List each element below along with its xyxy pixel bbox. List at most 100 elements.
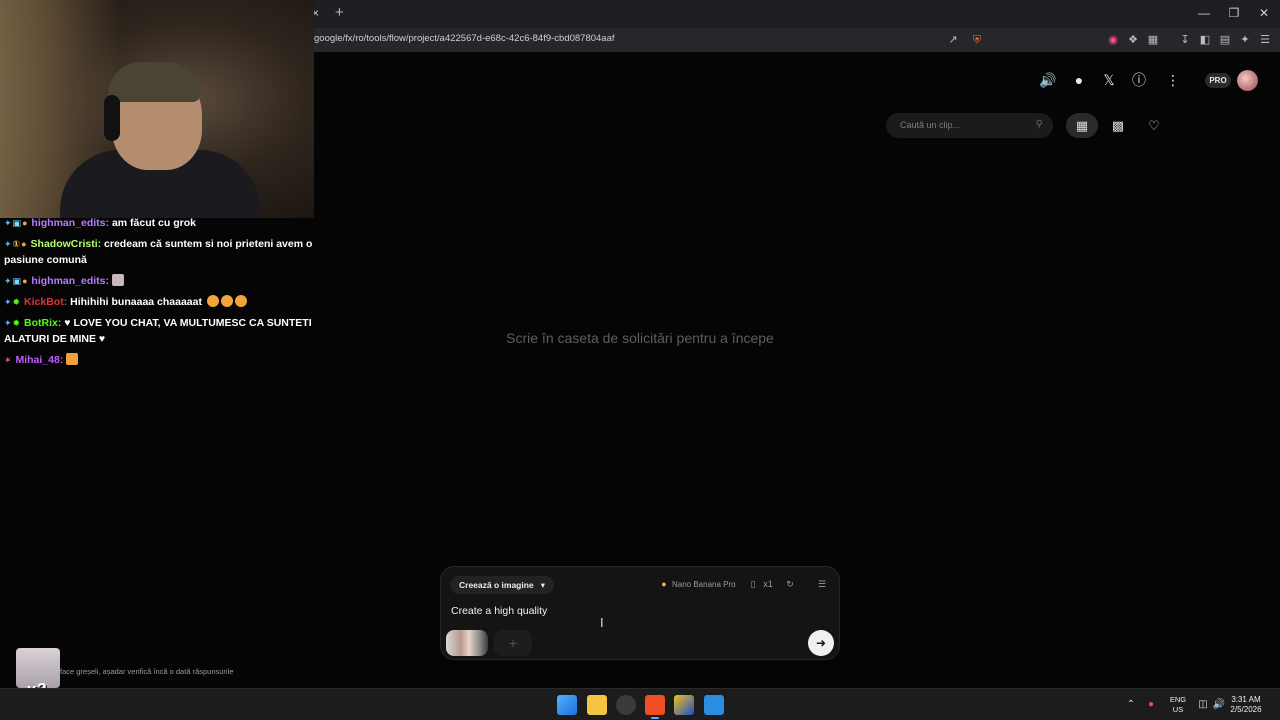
favorites-heart-icon[interactable]: ♡: [1138, 113, 1170, 138]
leo-ai-icon[interactable]: ✦: [1238, 33, 1252, 47]
smile-emote-icon: [206, 295, 219, 307]
app-icon[interactable]: [674, 695, 694, 715]
microphone-icon[interactable]: ●: [1144, 698, 1158, 712]
webcam-overlay: [0, 0, 314, 218]
obs-icon[interactable]: [616, 695, 636, 715]
bot-badge-icon: ✸: [12, 297, 21, 307]
clip-search[interactable]: Caută un clip... ⚲: [886, 113, 1053, 138]
avatar[interactable]: [1237, 70, 1258, 91]
mode-dropdown[interactable]: Creează o imagine ▾: [450, 576, 555, 594]
disclaimer-text: face greșeli, așadar verifică încă o dat…: [60, 667, 234, 676]
chat-username[interactable]: highman_edits:: [31, 275, 109, 287]
sidebar-icon[interactable]: ◧: [1198, 33, 1212, 47]
brave-shield-icon[interactable]: ⛨: [970, 33, 984, 47]
output-count[interactable]: x1: [761, 577, 775, 591]
empty-state-message: Scrie în caseta de solicitări pentru a î…: [506, 330, 774, 346]
clock-date: 2/5/2026: [1230, 705, 1262, 714]
chat-username[interactable]: highman_edits:: [31, 217, 109, 229]
chat-message: ✦✸ KickBot: Hihihihi bunaaaa chaaaaat: [4, 294, 334, 310]
file-explorer-icon[interactable]: [587, 695, 607, 715]
chevron-up-icon[interactable]: ⌃: [1124, 698, 1138, 712]
extensions-icon[interactable]: ❖: [1126, 33, 1140, 47]
prompt-input[interactable]: Create a high quality: [451, 605, 547, 617]
more-options-icon[interactable]: ⋮: [1164, 71, 1182, 89]
lang-line2: US: [1172, 705, 1184, 714]
sub-badge-icon: ▣: [12, 276, 22, 286]
windows-taskbar: ⌃ ● ENG US ◫ 🔊 3:31 AM 2/5/2026: [0, 688, 1280, 720]
chat-message: ✦①● ShadowCristi: credeam că suntem si n…: [4, 236, 334, 268]
start-windows-icon[interactable]: [557, 695, 577, 715]
help-icon[interactable]: ⓘ: [1130, 71, 1148, 89]
extension-shield-icon[interactable]: ◉: [1106, 33, 1120, 47]
refresh-icon[interactable]: ↻: [783, 577, 797, 591]
chat-message: ✦✸ BotRix: ♥ LOVE YOU CHAT, VA MULTUMESC…: [4, 315, 334, 347]
aspect-ratio-icon[interactable]: ▯: [746, 577, 760, 591]
share-icon[interactable]: ↗: [946, 33, 960, 47]
grid-large-view-icon[interactable]: ▦: [1066, 113, 1098, 138]
sword-icon: ✦: [4, 218, 12, 228]
cam-cap: [108, 62, 200, 102]
cam-headset: [104, 95, 120, 141]
sword-icon: ✦: [4, 297, 12, 307]
ball-icon: ●: [22, 276, 28, 286]
clock-time: 3:31 AM: [1231, 695, 1261, 704]
chat-message: ✦▣● highman_edits: am făcut cu grok: [4, 215, 334, 231]
brave-browser-icon[interactable]: [645, 695, 665, 715]
chat-username[interactable]: KickBot:: [24, 296, 67, 308]
minimize-icon[interactable]: —: [1194, 4, 1214, 22]
restore-icon[interactable]: ❐: [1224, 4, 1244, 22]
speaker-icon[interactable]: 🔊: [1039, 71, 1057, 89]
prompt-composer: Creează o imagine ▾ ● Nano Banana Pro ▯ …: [440, 566, 840, 660]
screen: × + — ❐ ✕ google/fx/ro/tools/flow/projec…: [0, 0, 1280, 720]
heart-icon: ♥: [98, 333, 106, 345]
chat-message: ✦▣● highman_edits:: [4, 273, 334, 289]
network-icon[interactable]: ◫: [1196, 698, 1210, 712]
lang-line1: ENG: [1169, 695, 1187, 704]
ticket-emote-icon: [66, 353, 79, 365]
chat-message: ✶ Mihai_48:: [4, 352, 334, 368]
discord-icon[interactable]: ●: [1070, 71, 1088, 89]
clock[interactable]: 3:31 AM 2/5/2026: [1226, 695, 1266, 715]
text-cursor-icon: I: [600, 615, 604, 630]
volume-icon[interactable]: 🔊: [1212, 698, 1226, 712]
star-badge-icon: ✶: [4, 355, 12, 365]
send-arrow-icon[interactable]: ➜: [808, 630, 834, 656]
settings-sliders-icon[interactable]: ☰: [815, 577, 829, 591]
reference-image-thumbnail[interactable]: [446, 630, 488, 656]
x-icon[interactable]: 𝕏: [1100, 71, 1118, 89]
banana-icon: ●: [661, 579, 667, 589]
search-icon[interactable]: ⚲: [1036, 119, 1043, 130]
sword-icon: ✦: [4, 239, 12, 249]
ball-icon: ●: [21, 239, 27, 249]
chat-username[interactable]: BotRix:: [24, 317, 61, 329]
chat-text: Hihihihi bunaaaa chaaaaat: [70, 296, 202, 308]
smile-emote-icon: [234, 295, 247, 307]
chevron-down-icon: ▾: [536, 580, 546, 590]
chat-username[interactable]: ShadowCristi:: [31, 238, 102, 250]
model-selector[interactable]: Nano Banana Pro: [672, 580, 736, 589]
ball-icon: ●: [22, 218, 28, 228]
wallet-icon[interactable]: ▤: [1218, 33, 1232, 47]
pro-badge: PRO: [1205, 73, 1231, 88]
menu-icon[interactable]: ☰: [1258, 33, 1272, 47]
grid-small-view-icon[interactable]: ▩: [1102, 113, 1134, 138]
stream-chat: ✦▣● highman_edits: am făcut cu grok ✦①● …: [4, 215, 334, 373]
photos-icon[interactable]: [704, 695, 724, 715]
sub-badge-icon: ▣: [12, 218, 22, 228]
add-reference-button[interactable]: +: [494, 630, 532, 656]
window-close-icon[interactable]: ✕: [1254, 4, 1274, 22]
mode-label: Creează o imagine: [459, 580, 534, 590]
tab-search-icon[interactable]: ▦: [1146, 33, 1160, 47]
sword-icon: ✦: [4, 318, 12, 328]
chat-username[interactable]: Mihai_48:: [15, 354, 63, 366]
url-field[interactable]: google/fx/ro/tools/flow/project/a422567d…: [314, 33, 615, 44]
sword-icon: ✦: [4, 276, 12, 286]
download-icon[interactable]: ↧: [1178, 33, 1192, 47]
smile-emote-icon: [220, 295, 233, 307]
chat-text: am făcut cu grok: [111, 217, 196, 229]
new-tab-button[interactable]: +: [335, 4, 349, 22]
language-indicator[interactable]: ENG US: [1166, 695, 1190, 715]
search-input[interactable]: Caută un clip...: [900, 120, 960, 130]
cat-emote-icon: [111, 274, 124, 286]
bot-badge-icon: ✸: [12, 318, 21, 328]
